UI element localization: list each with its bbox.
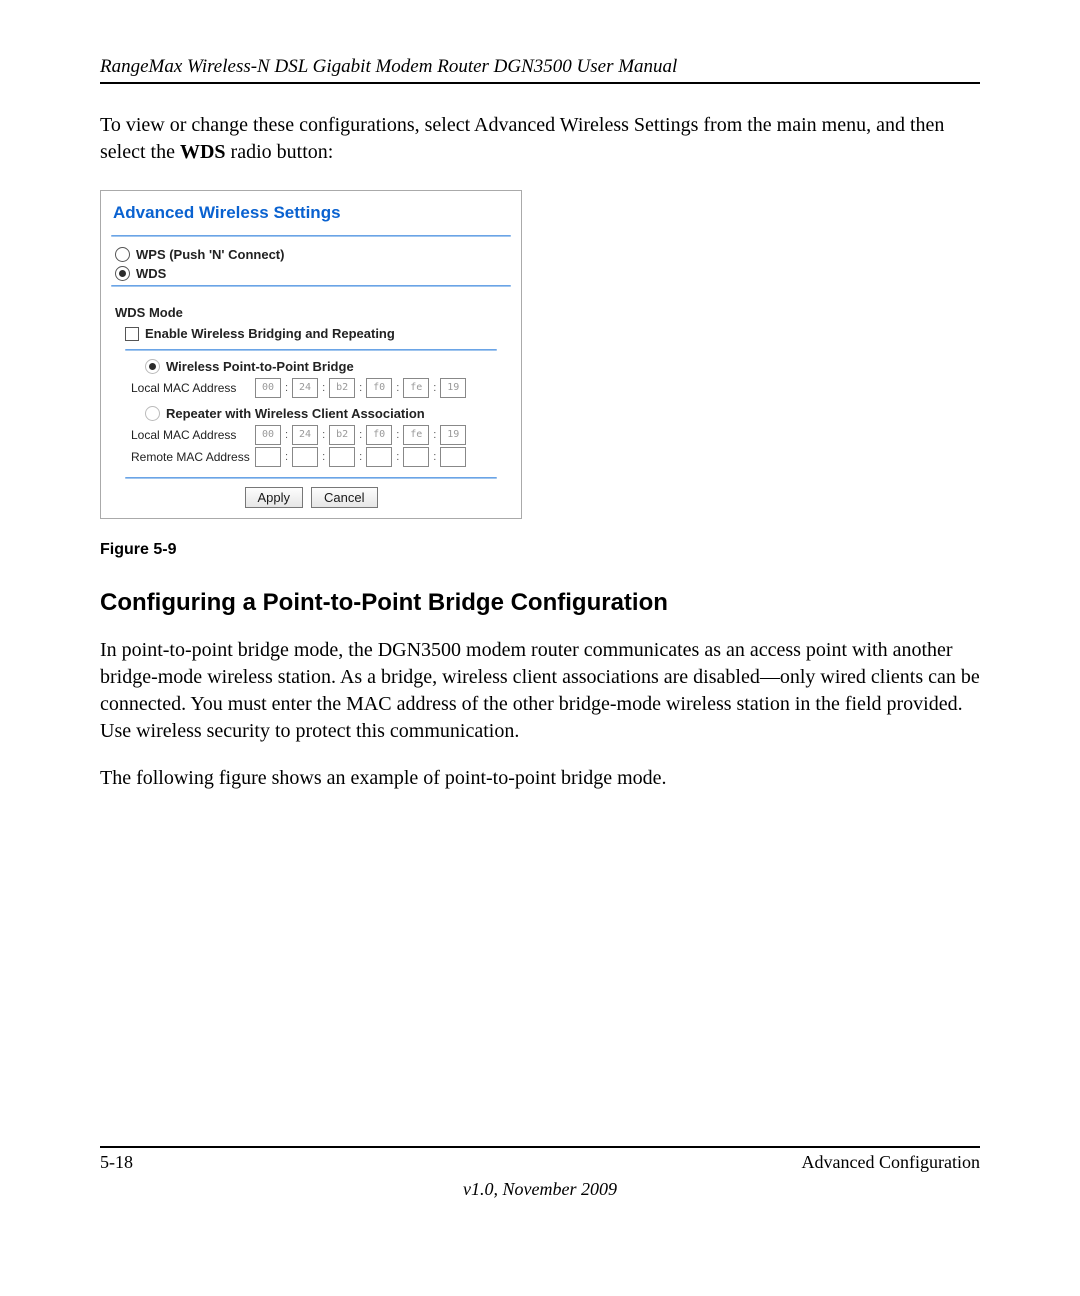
radio-icon — [145, 406, 160, 421]
mac-octet-input[interactable]: b2 — [329, 378, 355, 398]
checkbox-icon — [125, 327, 139, 341]
mac-row-local-1: Local MAC Address 00: 24: b2: f0: fe: 19 — [131, 378, 507, 398]
radio-icon-selected — [115, 266, 130, 281]
mac-octet-input[interactable]: fe — [403, 425, 429, 445]
section-heading: Configuring a Point-to-Point Bridge Conf… — [100, 589, 980, 617]
radio-label-wds: WDS — [136, 266, 166, 281]
enable-bridging-label: Enable Wireless Bridging and Repeating — [145, 326, 395, 341]
panel-divider — [111, 235, 511, 237]
panel-title: Advanced Wireless Settings — [101, 199, 521, 233]
mac-octet-input[interactable]: 00 — [255, 425, 281, 445]
cancel-button[interactable]: Cancel — [311, 487, 377, 508]
body-paragraph-1: In point-to-point bridge mode, the DGN35… — [100, 637, 980, 745]
mac-remote-label: Remote MAC Address — [131, 450, 251, 464]
panel-divider — [125, 349, 497, 351]
radio-row-wps[interactable]: WPS (Push 'N' Connect) — [101, 245, 521, 264]
apply-button[interactable]: Apply — [245, 487, 304, 508]
mac-octet-input[interactable] — [440, 447, 466, 467]
radio-label-wps: WPS (Push 'N' Connect) — [136, 247, 284, 262]
option-repeater[interactable]: Repeater with Wireless Client Associatio… — [145, 406, 507, 421]
wds-mode-label: WDS Mode — [115, 305, 507, 320]
mac-octet-input[interactable] — [255, 447, 281, 467]
mac-row-remote: Remote MAC Address : : : : : — [131, 447, 507, 467]
intro-text-2: radio button: — [226, 141, 334, 163]
mac-local-label: Local MAC Address — [131, 428, 251, 442]
mac-octet-input[interactable]: 24 — [292, 425, 318, 445]
mac-octet-input[interactable]: 00 — [255, 378, 281, 398]
mac-octet-input[interactable]: 19 — [440, 425, 466, 445]
intro-paragraph: To view or change these configurations, … — [100, 112, 980, 166]
panel-divider — [111, 285, 511, 287]
intro-wds-bold: WDS — [180, 141, 226, 163]
radio-icon-selected — [145, 359, 160, 374]
mac-octet-input[interactable] — [403, 447, 429, 467]
mac-octet-input[interactable]: f0 — [366, 378, 392, 398]
mac-row-local-2: Local MAC Address 00: 24: b2: f0: fe: 19 — [131, 425, 507, 445]
footer-section-name: Advanced Configuration — [802, 1152, 980, 1173]
radio-icon — [115, 247, 130, 262]
mac-octet-input[interactable]: f0 — [366, 425, 392, 445]
mac-octet-input[interactable] — [329, 447, 355, 467]
radio-row-wds[interactable]: WDS — [101, 264, 521, 283]
mac-octet-input[interactable] — [366, 447, 392, 467]
mac-octet-input[interactable]: fe — [403, 378, 429, 398]
option-p2p-label: Wireless Point-to-Point Bridge — [166, 359, 354, 374]
mac-octet-input[interactable]: 19 — [440, 378, 466, 398]
mac-octet-input[interactable]: b2 — [329, 425, 355, 445]
settings-panel: Advanced Wireless Settings WPS (Push 'N'… — [100, 190, 522, 519]
option-p2p-bridge[interactable]: Wireless Point-to-Point Bridge — [145, 359, 507, 374]
page-footer: 5-18 Advanced Configuration v1.0, Novemb… — [100, 1146, 980, 1200]
panel-divider — [125, 477, 497, 479]
footer-version: v1.0, November 2009 — [100, 1179, 980, 1200]
body-paragraph-2: The following figure shows an example of… — [100, 765, 980, 792]
enable-bridging-checkbox[interactable]: Enable Wireless Bridging and Repeating — [125, 326, 507, 341]
option-repeater-label: Repeater with Wireless Client Associatio… — [166, 406, 425, 421]
mac-octet-input[interactable] — [292, 447, 318, 467]
footer-page-number: 5-18 — [100, 1152, 133, 1173]
figure-caption: Figure 5-9 — [100, 541, 980, 559]
doc-header: RangeMax Wireless-N DSL Gigabit Modem Ro… — [100, 56, 980, 84]
mac-local-label: Local MAC Address — [131, 381, 251, 395]
mac-octet-input[interactable]: 24 — [292, 378, 318, 398]
